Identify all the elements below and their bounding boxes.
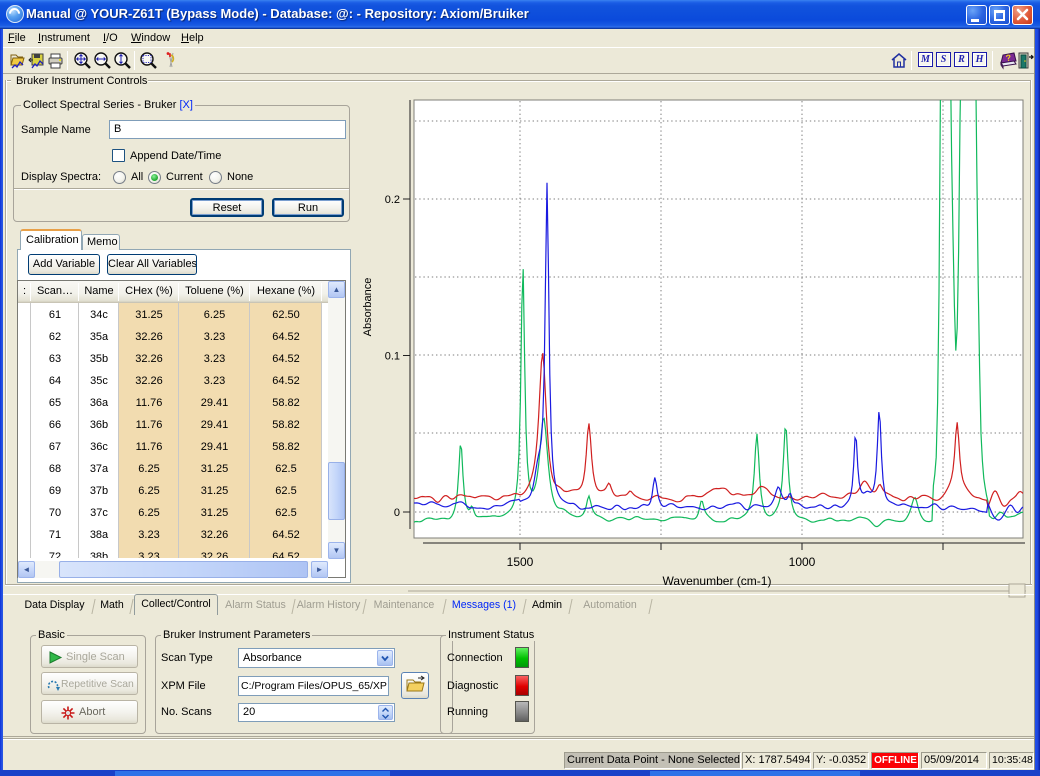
svg-text:0.2: 0.2 <box>385 194 400 206</box>
svg-text:1000: 1000 <box>789 555 816 569</box>
svg-text:1500: 1500 <box>507 555 534 569</box>
svg-text:Absorbance: Absorbance <box>362 278 374 337</box>
svg-text:Wavenumber (cm-1): Wavenumber (cm-1) <box>663 574 772 588</box>
svg-text:0.1: 0.1 <box>385 351 400 363</box>
svg-text:0: 0 <box>394 507 400 519</box>
